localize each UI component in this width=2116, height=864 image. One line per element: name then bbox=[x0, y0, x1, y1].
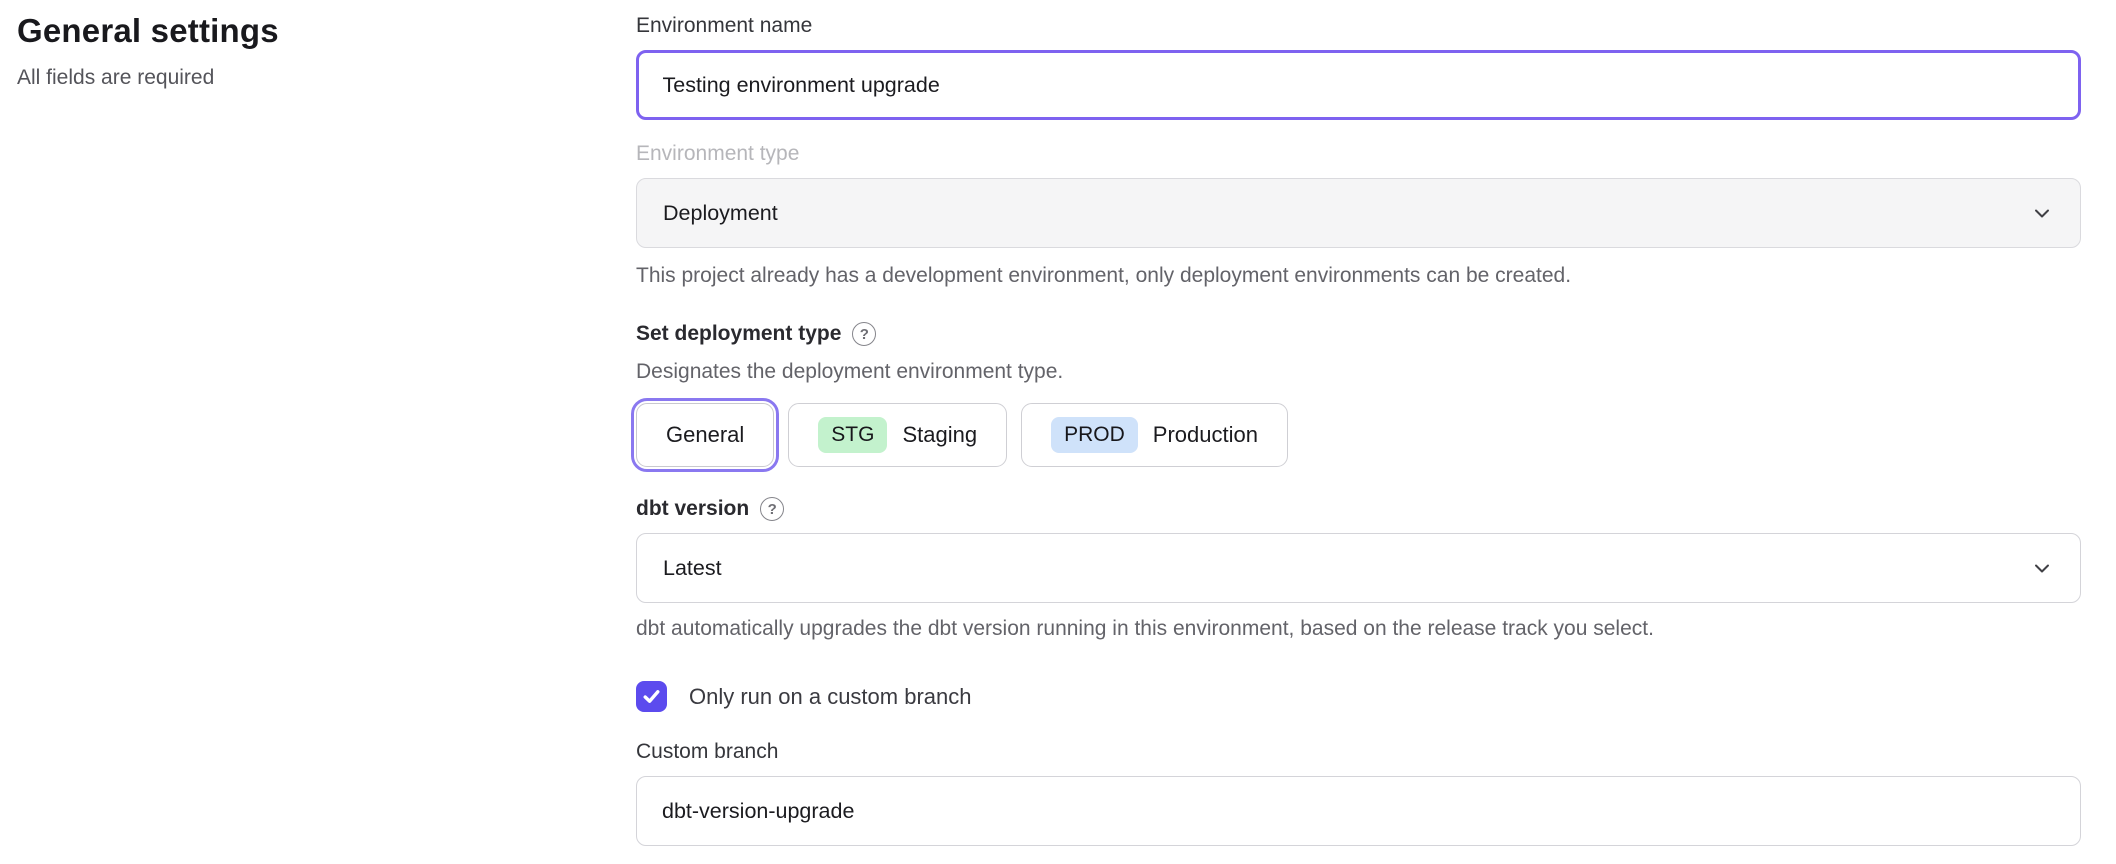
custom-branch-checkbox-label[interactable]: Only run on a custom branch bbox=[689, 684, 971, 710]
environment-type-label: Environment type bbox=[636, 140, 2081, 168]
environment-name-input[interactable] bbox=[636, 50, 2081, 120]
deployment-type-option-label: Production bbox=[1153, 422, 1258, 448]
environment-type-helper: This project already has a development e… bbox=[636, 262, 2081, 290]
dbt-version-select[interactable]: Latest bbox=[636, 533, 2081, 603]
general-settings-page: General settings All fields are required… bbox=[0, 0, 2116, 864]
stg-badge: STG bbox=[818, 417, 887, 453]
environment-settings-form: Environment name Environment type Deploy… bbox=[636, 12, 2081, 846]
deployment-type-option-label: General bbox=[666, 422, 744, 448]
environment-type-value: Deployment bbox=[663, 201, 778, 226]
custom-branch-checkbox-row: Only run on a custom branch bbox=[636, 681, 2081, 712]
environment-name-label: Environment name bbox=[636, 12, 2081, 40]
page-subtitle: All fields are required bbox=[17, 66, 279, 90]
deployment-type-option-staging[interactable]: STG Staging bbox=[788, 403, 1007, 467]
deployment-type-option-general[interactable]: General bbox=[636, 403, 774, 467]
custom-branch-checkbox[interactable] bbox=[636, 681, 667, 712]
custom-branch-input[interactable] bbox=[636, 776, 2081, 846]
help-icon[interactable]: ? bbox=[760, 497, 784, 521]
settings-header: General settings All fields are required bbox=[17, 12, 279, 90]
deployment-type-option-production[interactable]: PROD Production bbox=[1021, 403, 1288, 467]
deployment-type-option-label: Staging bbox=[902, 422, 977, 448]
page-title: General settings bbox=[17, 12, 279, 50]
environment-type-select[interactable]: Deployment bbox=[636, 178, 2081, 248]
chevron-down-icon bbox=[2030, 201, 2054, 225]
deployment-type-label: Set deployment type bbox=[636, 320, 841, 348]
dbt-version-label: dbt version bbox=[636, 495, 749, 523]
help-icon[interactable]: ? bbox=[852, 322, 876, 346]
dbt-version-helper: dbt automatically upgrades the dbt versi… bbox=[636, 615, 2081, 643]
checkmark-icon bbox=[641, 686, 662, 707]
dbt-version-value: Latest bbox=[663, 556, 722, 581]
chevron-down-icon bbox=[2030, 556, 2054, 580]
deployment-type-description: Designates the deployment environment ty… bbox=[636, 358, 2081, 386]
prod-badge: PROD bbox=[1051, 417, 1138, 453]
deployment-type-options: General STG Staging PROD Production bbox=[636, 403, 2081, 467]
custom-branch-label: Custom branch bbox=[636, 738, 2081, 766]
